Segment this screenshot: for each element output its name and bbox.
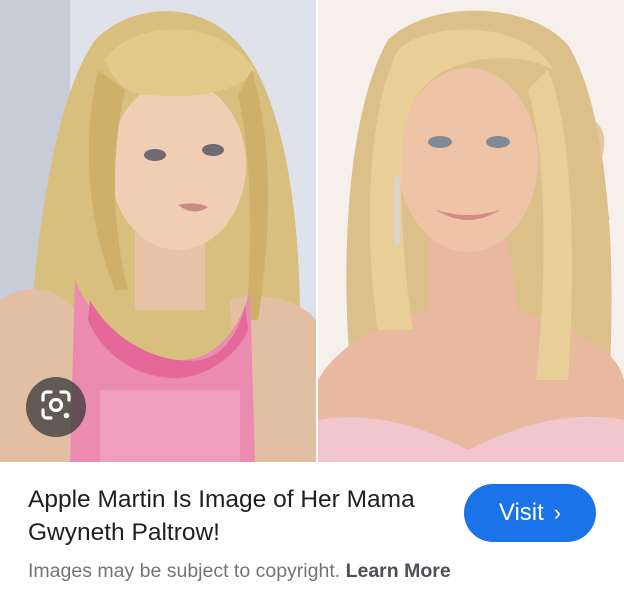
result-title[interactable]: Apple Martin Is Image of Her Mama Gwynet… (28, 483, 438, 549)
result-image[interactable] (0, 0, 624, 462)
visit-button[interactable]: Visit › (464, 484, 596, 542)
google-lens-icon (39, 388, 73, 427)
learn-more-link[interactable]: Learn More (346, 560, 451, 582)
chevron-right-icon: › (553, 500, 562, 525)
visit-label: Visit (498, 499, 544, 526)
right-photo-woman (318, 0, 624, 462)
google-lens-button[interactable] (26, 377, 86, 437)
copyright-text: Images may be subject to copyright. (28, 560, 341, 582)
copyright-notice: Images may be subject to copyright. Lear… (28, 560, 451, 583)
